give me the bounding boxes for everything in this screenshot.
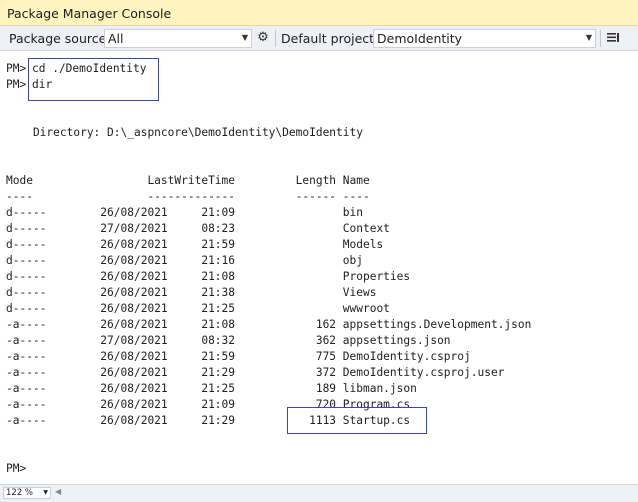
scroll-left-icon[interactable]: ◀: [55, 487, 61, 496]
package-source-dropdown[interactable]: All ▼: [104, 29, 252, 48]
clear-list-icon[interactable]: [604, 29, 622, 47]
horizontal-scrollbar[interactable]: ◀: [55, 487, 635, 498]
status-bar: 122 % ▼ ◀: [0, 484, 638, 502]
default-project-dropdown[interactable]: DemoIdentity ▼: [373, 29, 596, 48]
default-project-label: Default project:: [281, 31, 379, 46]
package-source-label: Package source:: [9, 31, 111, 46]
listing-row: -a---- 27/08/2021 08:32 362 appsettings.…: [6, 334, 451, 347]
listing-header-rule: ---- ------------- ------ ----: [6, 190, 370, 203]
gear-icon[interactable]: ⚙: [254, 29, 272, 47]
default-project-value: DemoIdentity: [377, 31, 463, 46]
console-prompt: PM>: [6, 78, 27, 91]
startup-highlight-box: [287, 407, 427, 434]
listing-row: d----- 27/08/2021 08:23 Context: [6, 222, 390, 235]
commands-highlight-box: [28, 58, 159, 101]
toolbar-separator: [600, 30, 601, 47]
window-title: Package Manager Console: [7, 6, 172, 21]
listing-row: d----- 26/08/2021 21:16 obj: [6, 254, 363, 267]
toolbar: Package source: All ▼ ⚙ Default project:…: [0, 26, 638, 51]
listing-row: -a---- 26/08/2021 21:29 372 DemoIdentity…: [6, 366, 505, 379]
listing-row: d----- 26/08/2021 21:38 Views: [6, 286, 377, 299]
package-source-value: All: [108, 31, 124, 46]
clear-list-icon-glyph: [607, 33, 619, 42]
listing-row: d----- 26/08/2021 21:08 Properties: [6, 270, 411, 283]
console-output[interactable]: PM> cd ./DemoIdentity PM> dir Directory:…: [0, 51, 638, 484]
listing-row: -a---- 26/08/2021 21:25 189 libman.json: [6, 382, 417, 395]
zoom-value: 122 %: [6, 488, 34, 498]
listing-row: d----- 26/08/2021 21:25 wwwroot: [6, 302, 390, 315]
title-bar: Package Manager Console: [0, 0, 638, 26]
listing-row: d----- 26/08/2021 21:09 bin: [6, 206, 363, 219]
listing-row: -a---- 26/08/2021 21:08 162 appsettings.…: [6, 318, 532, 331]
listing-header: Mode LastWriteTime Length Name: [6, 174, 370, 187]
toolbar-separator: [275, 30, 276, 47]
listing-row: d----- 26/08/2021 21:59 Models: [6, 238, 384, 251]
chevron-down-icon: ▼: [241, 33, 248, 42]
listing-row: -a---- 26/08/2021 21:59 775 DemoIdentity…: [6, 350, 471, 363]
chevron-down-icon: ▼: [43, 489, 48, 496]
console-prompt: PM>: [6, 62, 27, 75]
directory-line: Directory: D:\_aspncore\DemoIdentity\Dem…: [6, 126, 363, 139]
chevron-down-icon: ▼: [585, 33, 592, 42]
zoom-dropdown[interactable]: 122 % ▼: [3, 487, 51, 499]
console-prompt[interactable]: PM>: [6, 462, 26, 476]
